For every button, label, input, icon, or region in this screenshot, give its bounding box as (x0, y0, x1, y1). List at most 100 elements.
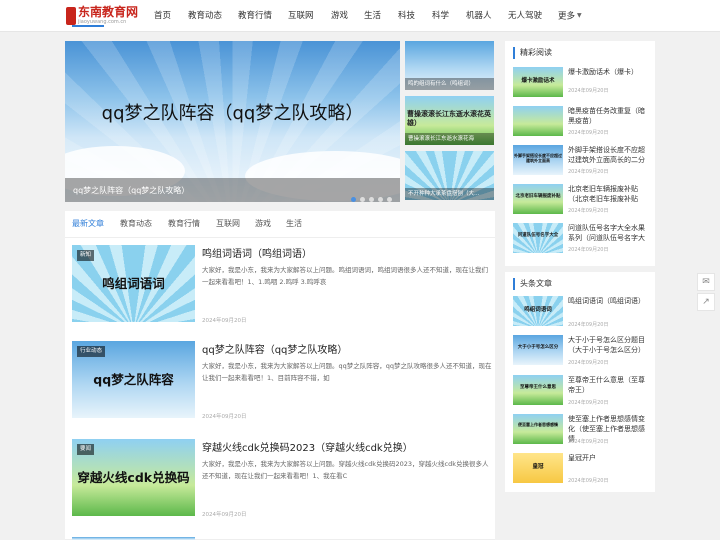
widget-item-title[interactable]: 暗黑疫苗任务改重复（暗黑疫苗） (568, 106, 650, 126)
widget-item-title[interactable]: 爆卡激励话术（爆卡） (568, 67, 650, 77)
post-title[interactable]: 穿越火线cdk兑换码2023（穿越火线cdk兑换） (202, 439, 413, 454)
side-feature-1[interactable]: 鸣的组词有什么（鸣组词） (405, 41, 494, 90)
widget-item-date: 2024年09月20日 (568, 400, 609, 406)
widget-item[interactable]: 北京老旧车辆报废补贴 北京老旧车辆报废补贴（北京老旧车报废补贴 2024年09月… (513, 184, 653, 224)
slider-dot[interactable] (369, 197, 374, 202)
slider-caption-bar: qq梦之队阵容（qq梦之队攻略） (65, 178, 400, 202)
nav-life[interactable]: 生活 (364, 0, 381, 32)
slider-dot[interactable] (360, 197, 365, 202)
nav-tech[interactable]: 科技 (398, 0, 415, 32)
post-title[interactable]: qq梦之队阵容（qq梦之队攻略） (202, 341, 347, 356)
comment-icon[interactable]: ✉ (697, 273, 715, 291)
widget-title: 精彩阅读 (513, 47, 552, 59)
post-excerpt: 大家好，我是小东，我来为大家解答以上问题。穿越火线cdk兑换码2023，穿越火线… (202, 460, 489, 480)
widget-item-title[interactable]: 问道队伍号名字大全水果系列（问道队伍号名字大 (568, 223, 650, 243)
category-badge[interactable]: 要闻 (77, 444, 95, 455)
widget-item-title[interactable]: 外脚手架搭设长度不应超过建筑外立面高长的二分 (568, 145, 650, 165)
thumbnail-text: 穿越火线cdk兑换码 (77, 470, 190, 485)
post-item: qq梦之队阵容 行业动态 qq梦之队阵容（qq梦之队攻略） 大家好，我是小东，我… (65, 334, 495, 434)
thumbnail-text: 大于小于号怎么区分 (517, 345, 559, 350)
widget-item-title[interactable]: 北京老旧车辆报废补贴（北京老旧车报废补贴 (568, 184, 650, 204)
category-badge[interactable]: 行业动态 (77, 346, 106, 357)
tab-edu-market[interactable]: 教育行情 (168, 218, 200, 229)
nav-home[interactable]: 首页 (154, 0, 171, 32)
logo-name: 东南教育网 (78, 5, 139, 19)
nav-robot[interactable]: 机器人 (466, 0, 492, 32)
widget-thumbnail[interactable]: 爆卡激励话术 (513, 67, 563, 97)
slider-dot[interactable] (351, 197, 356, 202)
slider-dot[interactable] (387, 197, 392, 202)
post-excerpt: 大家好，我是小东，我来为大家解答以上问题。鸣组词语词，鸣组词语很多人还不知道，现… (202, 266, 488, 286)
tab-life[interactable]: 生活 (286, 218, 302, 229)
tab-edu-news[interactable]: 教育动态 (120, 218, 152, 229)
widget-thumbnail[interactable]: 皇冠 (513, 453, 563, 483)
top-navbar: 东南教育网 jiaoyuwang.com.cn 首页 教育动态 教育行情 互联网… (0, 0, 720, 32)
widget-item[interactable]: 便至塞上作者思想感情 使至塞上作者思想感情变化（使至塞上作者思想感情 2024年… (513, 414, 653, 454)
widget-item-title[interactable]: 至尊帝王什么意思（至尊帝王） (568, 375, 650, 395)
widget-item-title[interactable]: 大于小于号怎么区分题目（大于小于号怎么区分） (568, 335, 650, 355)
nav-science[interactable]: 科学 (432, 0, 449, 32)
thumbnail-text: 鸣组词语词 (524, 307, 552, 313)
widget-item-date: 2024年09月20日 (568, 88, 609, 94)
nav-edu-news[interactable]: 教育动态 (188, 0, 222, 32)
widget-item[interactable]: 暗黑疫苗任务改重复（暗黑疫苗） 2024年09月20日 (513, 106, 653, 146)
post-thumbnail[interactable]: qq梦之队阵容 行业动态 (72, 341, 195, 418)
post-thumbnail[interactable]: 穿越火线cdk兑换码 要闻 (72, 439, 195, 516)
hero-slider[interactable]: qq梦之队阵容（qq梦之队攻略） qq梦之队阵容（qq梦之队攻略） (65, 41, 400, 202)
nav-more[interactable]: 更多 ▼ (558, 0, 582, 32)
site-logo[interactable]: 东南教育网 jiaoyuwang.com.cn (66, 5, 138, 27)
widget-thumbnail[interactable]: 北京老旧车辆报废补贴 (513, 184, 563, 214)
tab-games[interactable]: 游戏 (255, 218, 271, 229)
nav-internet[interactable]: 互联网 (288, 0, 314, 32)
widget-item-date: 2024年09月20日 (568, 439, 609, 445)
widget-item-date: 2024年09月20日 (568, 130, 609, 136)
category-badge[interactable]: 新知 (77, 250, 95, 261)
widget-thumbnail[interactable]: 至尊帝王什么意思 (513, 375, 563, 405)
widget-item[interactable]: 爆卡激励话术 爆卡激励话术（爆卡） 2024年09月20日 (513, 67, 653, 107)
nav-games[interactable]: 游戏 (331, 0, 348, 32)
share-icon[interactable]: ↗ (697, 293, 715, 311)
headline-widget: 头条文章 鸣组词语词 鸣组词语词（鸣组词语） 2024年09月20日 大于小于号… (505, 272, 655, 492)
logo-mark (66, 7, 76, 25)
widget-item-date: 2024年09月20日 (568, 247, 609, 253)
widget-thumbnail[interactable]: 大于小于号怎么区分 (513, 335, 563, 365)
nav-edu-market[interactable]: 教育行情 (238, 0, 272, 32)
tab-internet[interactable]: 互联网 (216, 218, 240, 229)
widget-thumbnail[interactable] (513, 106, 563, 136)
widget-item-title[interactable]: 皇冠开户 (568, 453, 650, 463)
widget-thumbnail[interactable]: 外脚手架搭设长度不应超过建筑外立面高 (513, 145, 563, 175)
thumbnail-text: 便至塞上作者思想感情 (518, 422, 558, 427)
slider-dot[interactable] (378, 197, 383, 202)
post-date: 2024年09月20日 (202, 318, 247, 324)
thumbnail-text: 至尊帝王什么意思 (520, 385, 556, 390)
widget-item[interactable]: 皇冠 皇冠开户 2024年09月20日 (513, 453, 653, 493)
post-item: 鸣组词语词 新知 鸣组词语词（鸣组词语） 大家好，我是小东，我来为大家解答以上问… (65, 238, 495, 338)
thumbnail-text: 鸣组词语词 (102, 276, 165, 291)
nav-autonomous[interactable]: 无人驾驶 (508, 0, 542, 32)
widget-item-date: 2024年09月20日 (568, 360, 609, 366)
widget-thumbnail[interactable]: 问道队伍号名字大全 (513, 223, 563, 253)
widget-thumbnail[interactable]: 鸣组词语词 (513, 296, 563, 326)
widget-item[interactable]: 问道队伍号名字大全 问道队伍号名字大全水果系列（问道队伍号名字大 2024年09… (513, 223, 653, 263)
side-feature-3[interactable]: 不开种种大承茶盘搭刨（大… (405, 151, 494, 200)
widget-thumbnail[interactable]: 便至塞上作者思想感情 (513, 414, 563, 444)
widget-item[interactable]: 大于小于号怎么区分 大于小于号怎么区分题目（大于小于号怎么区分） 2024年09… (513, 335, 653, 375)
widget-item[interactable]: 至尊帝王什么意思 至尊帝王什么意思（至尊帝王） 2024年09月20日 (513, 375, 653, 415)
thumbnail-text: qq梦之队阵容 (93, 372, 174, 387)
slider-caption[interactable]: qq梦之队阵容（qq梦之队攻略） (73, 185, 189, 196)
thumbnail-text: 爆卡激励话术 (521, 78, 555, 84)
post-thumbnail[interactable]: 鸣组词语词 新知 (72, 245, 195, 322)
side-feature-caption: 不开种种大承茶盘搭刨（大… (405, 188, 494, 200)
post-title[interactable]: 鸣组词语词（鸣组词语） (202, 245, 312, 260)
thumbnail-text: 外脚手架搭设长度不应超过建筑外立面高 (514, 153, 562, 163)
widget-item-title[interactable]: 鸣组词语词（鸣组词语） (568, 296, 650, 306)
widget-item[interactable]: 外脚手架搭设长度不应超过建筑外立面高 外脚手架搭设长度不应超过建筑外立面高长的二… (513, 145, 653, 185)
widget-item-date: 2024年09月20日 (568, 169, 609, 175)
post-excerpt: 大家好，我是小东，我来为大家解答以上问题。qq梦之队阵容，qq梦之队攻略很多人还… (202, 362, 492, 382)
side-feature-caption: 鸣的组词有什么（鸣组词） (405, 78, 494, 90)
tab-latest[interactable]: 最新文章 (72, 218, 104, 229)
side-feature-2[interactable]: 曹操滚滚长江东逝水滚花英雄） 曹操滚滚长江东逝水滚花海 (405, 96, 494, 145)
widget-item-date: 2024年09月20日 (568, 322, 609, 328)
thumbnail-text: 问道队伍号名字大全 (517, 233, 559, 238)
widget-item[interactable]: 鸣组词语词 鸣组词语词（鸣组词语） 2024年09月20日 (513, 296, 653, 336)
